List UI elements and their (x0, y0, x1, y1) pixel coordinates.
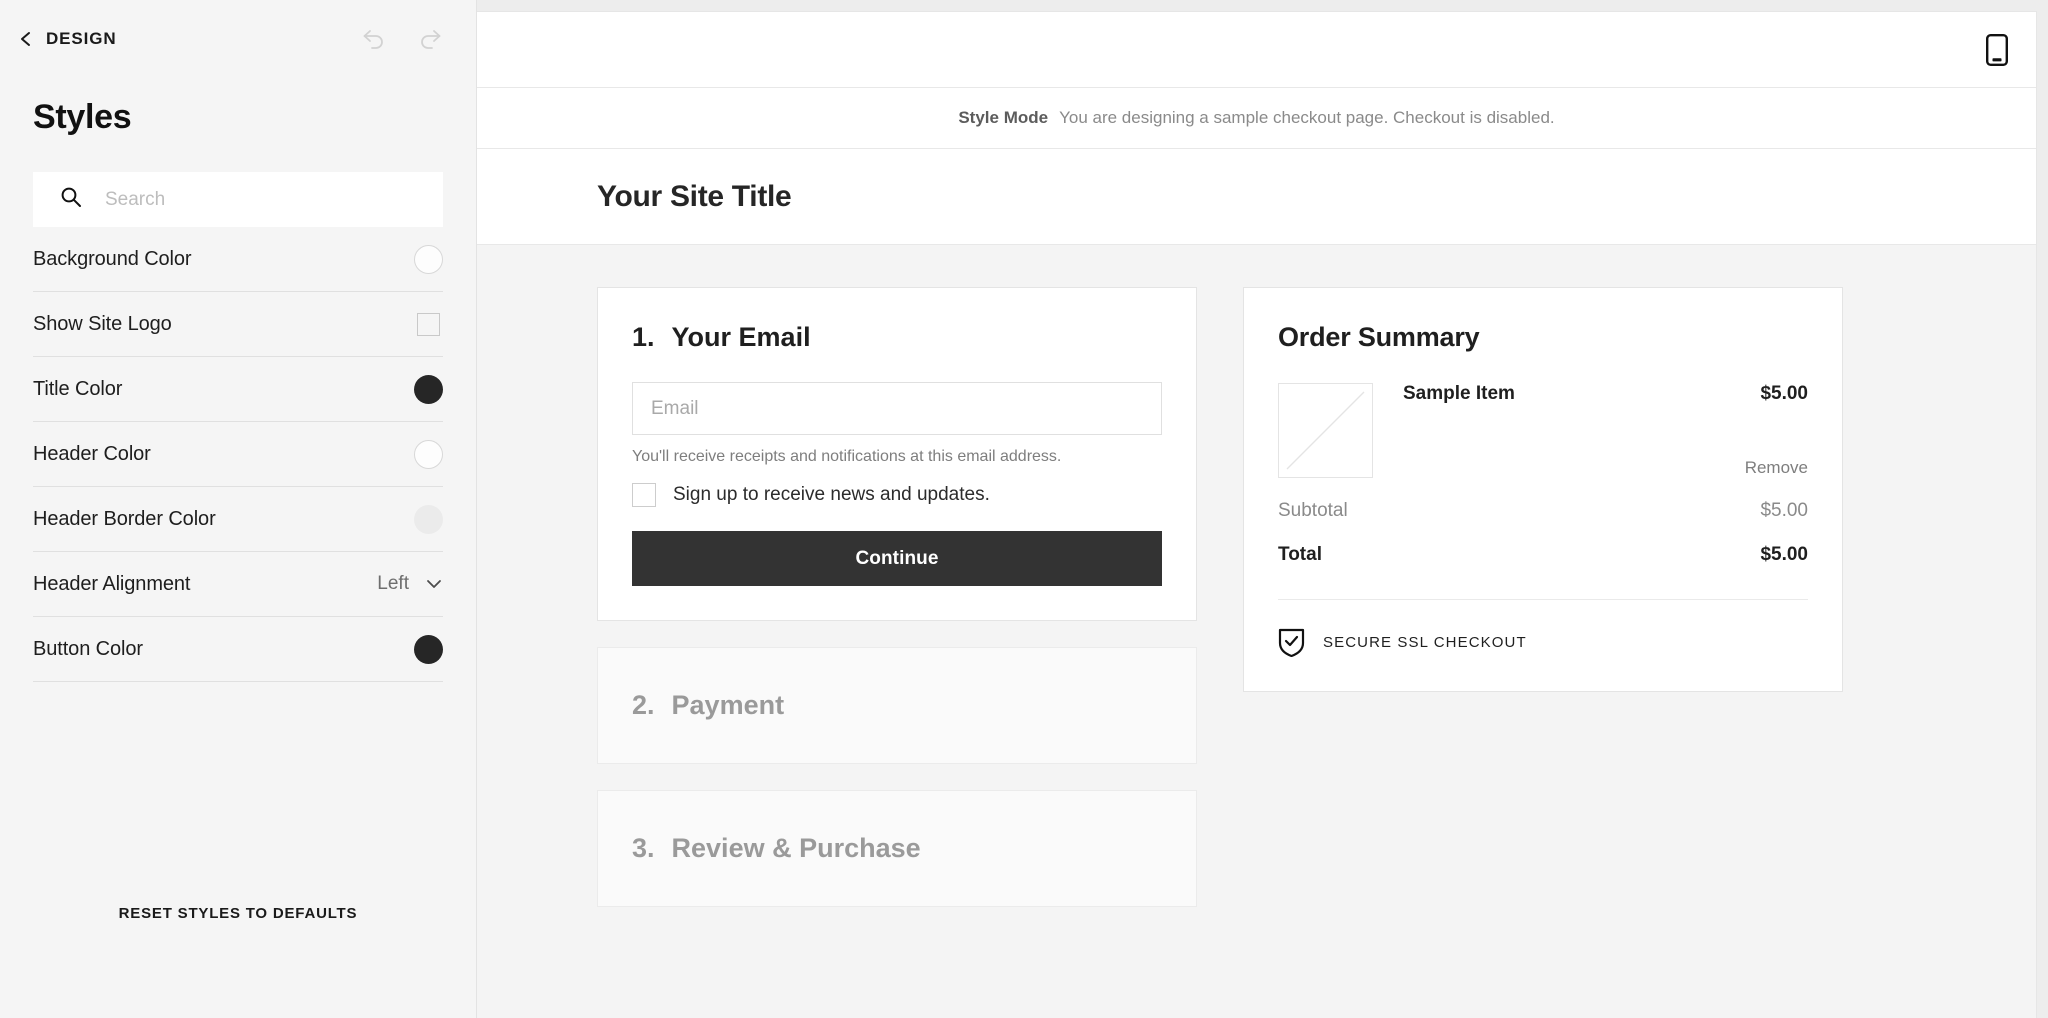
chevron-down-icon[interactable] (425, 575, 443, 593)
style-label: Header Alignment (33, 572, 191, 595)
button-color-swatch[interactable] (414, 634, 443, 664)
site-header: Your Site Title (477, 149, 2036, 245)
style-label: Button Color (33, 637, 143, 660)
style-row-header-color[interactable]: Header Color (33, 422, 443, 487)
checkout-steps-column: 1. Your Email You'll receive receipts an… (597, 287, 1197, 907)
item-price-actions: $5.00 Remove (1745, 383, 1808, 478)
order-summary-card: Order Summary Sample Item $5.00 Remove S… (1243, 287, 1843, 692)
mobile-device-icon[interactable] (1986, 33, 2008, 66)
style-row-background-color[interactable]: Background Color (33, 227, 443, 292)
step-number: 3. (632, 833, 655, 863)
app-root: DESIGN Styles Search Background Color Sh… (0, 0, 2048, 1018)
step-title: Payment (671, 690, 785, 720)
step-card-email: 1. Your Email You'll receive receipts an… (597, 287, 1197, 621)
order-summary-title: Order Summary (1278, 322, 1480, 352)
reset-styles-button[interactable]: RESET STYLES TO DEFAULTS (0, 905, 476, 922)
style-row-title-color[interactable]: Title Color (33, 357, 443, 422)
background-color-swatch[interactable] (414, 244, 443, 274)
item-thumbnail-placeholder (1278, 383, 1373, 478)
summary-divider (1278, 599, 1808, 600)
order-summary-column: Order Summary Sample Item $5.00 Remove S… (1243, 287, 1843, 692)
item-name: Sample Item (1403, 383, 1515, 404)
secure-checkout-badge: SECURE SSL CHECKOUT (1278, 627, 1808, 657)
site-title: Your Site Title (597, 179, 792, 213)
checkout-body: 1. Your Email You'll receive receipts an… (477, 245, 2036, 1018)
style-mode-label: Style Mode (958, 108, 1049, 127)
search-box[interactable] (33, 172, 443, 227)
item-details: Sample Item (1403, 383, 1715, 478)
newsletter-label: Sign up to receive news and updates. (673, 484, 990, 505)
style-row-show-site-logo[interactable]: Show Site Logo (33, 292, 443, 357)
show-site-logo-checkbox[interactable] (417, 312, 440, 336)
step-heading: 1. Your Email (632, 322, 1162, 353)
style-row-header-border-color[interactable]: Header Border Color (33, 487, 443, 552)
subtotal-row: Subtotal $5.00 (1278, 500, 1808, 522)
newsletter-checkbox[interactable] (632, 483, 656, 507)
subtotal-label: Subtotal (1278, 500, 1348, 521)
secure-checkout-label: SECURE SSL CHECKOUT (1323, 633, 1527, 651)
style-label: Header Color (33, 442, 151, 465)
step-heading: 3. Review & Purchase (632, 833, 1162, 864)
email-helper-text: You'll receive receipts and notification… (632, 448, 1062, 465)
back-to-design-button[interactable]: DESIGN (18, 29, 117, 49)
undo-icon[interactable] (361, 28, 387, 50)
style-label: Header Border Color (33, 507, 216, 530)
style-row-header-alignment[interactable]: Header Alignment Left (33, 552, 443, 617)
redo-icon[interactable] (417, 28, 443, 50)
chevron-left-icon (18, 31, 34, 47)
header-border-color-swatch[interactable] (414, 504, 443, 534)
step-title: Your Email (671, 322, 811, 352)
step-title: Review & Purchase (671, 833, 921, 863)
total-label: Total (1278, 544, 1322, 565)
search-icon (59, 185, 83, 214)
style-mode-banner: Style Mode You are designing a sample ch… (477, 88, 2036, 149)
continue-button[interactable]: Continue (632, 531, 1162, 586)
style-mode-message: You are designing a sample checkout page… (1059, 108, 1555, 127)
history-controls (361, 28, 443, 50)
total-value: $5.00 (1760, 544, 1808, 565)
preview-frame: Style Mode You are designing a sample ch… (477, 12, 2036, 1018)
style-row-button-color[interactable]: Button Color (33, 617, 443, 682)
preview-toolbar (477, 12, 2036, 88)
title-color-swatch[interactable] (414, 374, 443, 404)
search-input[interactable] (105, 172, 443, 227)
style-label: Show Site Logo (33, 312, 172, 335)
preview-pane: Style Mode You are designing a sample ch… (477, 0, 2048, 1018)
remove-item-link[interactable]: Remove (1745, 458, 1808, 478)
subtotal-value: $5.00 (1760, 500, 1808, 521)
header-alignment-value: Left (377, 573, 409, 594)
item-price: $5.00 (1760, 383, 1808, 404)
step-heading: 2. Payment (632, 690, 1162, 721)
design-sidebar: DESIGN Styles Search Background Color Sh… (0, 0, 477, 1018)
page-title: Styles (33, 98, 132, 136)
total-row: Total $5.00 (1278, 544, 1808, 566)
step-card-review[interactable]: 3. Review & Purchase (597, 790, 1197, 907)
email-input[interactable] (632, 382, 1162, 435)
shield-check-icon (1278, 627, 1305, 657)
order-item-row: Sample Item $5.00 Remove (1278, 383, 1808, 478)
newsletter-optin-row[interactable]: Sign up to receive news and updates. (632, 483, 1162, 507)
header-color-swatch[interactable] (414, 439, 443, 469)
sidebar-toolbar: DESIGN (0, 0, 476, 78)
back-label: DESIGN (46, 29, 117, 48)
step-number: 2. (632, 690, 655, 720)
step-number: 1. (632, 322, 655, 352)
style-label: Title Color (33, 377, 123, 400)
step-card-payment[interactable]: 2. Payment (597, 647, 1197, 764)
style-label: Background Color (33, 247, 192, 270)
styles-list: Background Color Show Site Logo Title Co… (33, 227, 443, 682)
